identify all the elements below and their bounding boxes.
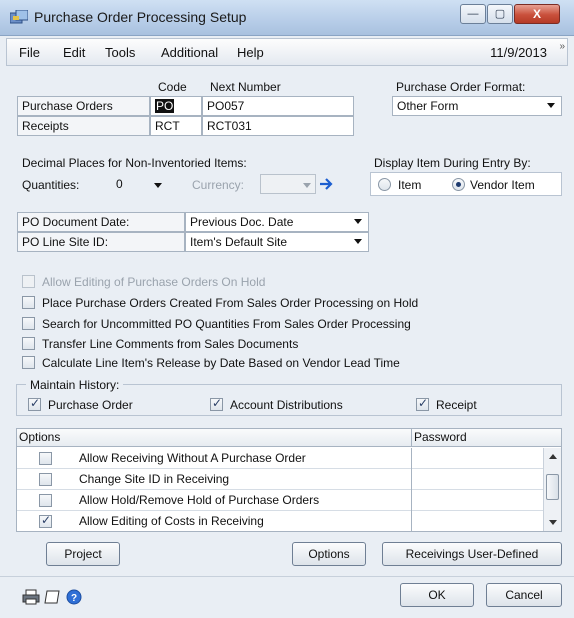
scroll-up-icon[interactable] <box>549 454 557 459</box>
row-label: Allow Editing of Costs in Receiving <box>79 514 264 528</box>
rct-next-number-field[interactable]: RCT031 <box>202 116 354 136</box>
project-button[interactable]: Project <box>46 542 120 566</box>
menu-tools[interactable]: Tools <box>105 45 135 60</box>
quantities-dropdown[interactable]: 0 <box>112 175 172 195</box>
checkbox-allow-edit-on-hold[interactable] <box>22 275 35 288</box>
maintain-history-label: Maintain History: <box>26 378 124 392</box>
table-row[interactable]: Allow Hold/Remove Hold of Purchase Order… <box>17 490 543 511</box>
scroll-thumb[interactable] <box>546 474 559 500</box>
title-bar[interactable]: Purchase Order Processing Setup — ▢ X <box>0 0 574 36</box>
po-code-field[interactable]: PO <box>150 96 202 116</box>
table-row[interactable]: Allow Editing of Costs in Receiving <box>17 511 543 532</box>
label-place-on-hold: Place Purchase Orders Created From Sales… <box>42 296 419 310</box>
grid-header-options[interactable]: Options <box>17 429 411 447</box>
minimize-button[interactable]: — <box>460 4 486 24</box>
radio-vendor-item-label: Vendor Item <box>470 178 535 192</box>
label-history-distributions: Account Distributions <box>230 398 343 412</box>
next-number-header: Next Number <box>210 80 281 94</box>
printer-icon[interactable] <box>22 589 40 605</box>
table-row[interactable]: Change Site ID in Receiving <box>17 469 543 490</box>
arrow-right-icon[interactable] <box>318 176 334 192</box>
note-icon[interactable] <box>44 589 62 605</box>
chevron-down-icon <box>154 183 162 188</box>
po-next-number-field[interactable]: PO057 <box>202 96 354 116</box>
chevron-more-icon[interactable]: » <box>559 41 565 52</box>
code-header: Code <box>158 80 187 94</box>
purchase-orders-label: Purchase Orders <box>17 96 150 116</box>
checkbox-place-on-hold[interactable] <box>22 296 35 309</box>
row-label: Change Site ID in Receiving <box>79 472 230 486</box>
chevron-down-icon <box>354 219 362 224</box>
label-history-receipt: Receipt <box>436 398 477 412</box>
label-allow-edit-on-hold: Allow Editing of Purchase Orders On Hold <box>42 275 266 289</box>
maximize-icon: ▢ <box>494 8 506 20</box>
po-code-value: PO <box>155 99 175 113</box>
po-line-site-dropdown[interactable]: Item's Default Site <box>185 232 369 252</box>
menu-file[interactable]: File <box>19 45 40 60</box>
grid-header-password[interactable]: Password <box>411 429 561 447</box>
minimize-icon: — <box>467 8 479 20</box>
svg-text:?: ? <box>71 593 77 604</box>
row-checkbox[interactable] <box>39 494 52 507</box>
ok-button[interactable]: OK <box>400 583 474 607</box>
row-label: Allow Receiving Without A Purchase Order <box>79 451 306 465</box>
quantities-value: 0 <box>116 177 123 191</box>
bottom-bar: ? OK Cancel <box>0 576 574 618</box>
checkbox-history-distributions[interactable] <box>210 396 223 411</box>
menu-edit[interactable]: Edit <box>63 45 85 60</box>
options-button[interactable]: Options <box>292 542 366 566</box>
po-doc-date-label: PO Document Date: <box>17 212 185 232</box>
options-grid: Options Password Allow Receiving Without… <box>16 428 562 532</box>
radio-item-label: Item <box>398 178 422 192</box>
checkbox-history-receipt[interactable] <box>416 396 429 411</box>
row-checkbox[interactable] <box>39 452 52 465</box>
checkbox-history-po[interactable] <box>28 396 41 411</box>
row-checkbox[interactable] <box>39 473 52 486</box>
quantities-label: Quantities: <box>22 178 80 192</box>
checkbox-search-uncommitted[interactable] <box>22 317 35 330</box>
chevron-down-icon <box>303 183 311 188</box>
close-icon: X <box>532 7 541 21</box>
po-line-site-value: Item's Default Site <box>190 235 287 249</box>
label-search-uncommitted: Search for Uncommitted PO Quantities Fro… <box>42 317 411 331</box>
user-date[interactable]: 11/9/2013 <box>490 45 547 60</box>
display-item-label: Display Item During Entry By: <box>374 156 531 170</box>
receipts-label: Receipts <box>17 116 150 136</box>
scroll-down-icon[interactable] <box>549 520 557 525</box>
menu-additional[interactable]: Additional <box>161 45 218 60</box>
po-format-label: Purchase Order Format: <box>396 80 526 94</box>
po-line-site-label: PO Line Site ID: <box>17 232 185 252</box>
label-calc-release-date: Calculate Line Item's Release by Date Ba… <box>42 356 400 370</box>
cancel-button[interactable]: Cancel <box>486 583 562 607</box>
radio-vendor-item[interactable] <box>452 178 465 191</box>
app-icon <box>10 10 28 24</box>
window-title: Purchase Order Processing Setup <box>34 9 247 25</box>
table-row[interactable]: Allow Receiving Without A Purchase Order <box>17 448 543 469</box>
grid-scrollbar[interactable] <box>543 448 561 531</box>
po-doc-date-value: Previous Doc. Date <box>190 215 294 229</box>
menu-bar: File Edit Tools Additional Help 11/9/201… <box>6 38 568 66</box>
help-icon[interactable]: ? <box>66 589 82 605</box>
checkbox-calc-release-date[interactable] <box>22 356 35 369</box>
column-divider <box>411 448 412 531</box>
row-checkbox[interactable] <box>39 513 52 528</box>
po-format-value: Other Form <box>397 99 459 113</box>
chevron-down-icon <box>547 103 555 108</box>
label-history-po: Purchase Order <box>48 398 133 412</box>
receivings-user-defined-button[interactable]: Receivings User-Defined <box>382 542 562 566</box>
maximize-button[interactable]: ▢ <box>487 4 513 24</box>
row-label: Allow Hold/Remove Hold of Purchase Order… <box>79 493 320 507</box>
po-doc-date-dropdown[interactable]: Previous Doc. Date <box>185 212 369 232</box>
currency-dropdown[interactable] <box>260 174 316 194</box>
chevron-down-icon <box>354 239 362 244</box>
po-format-dropdown[interactable]: Other Form <box>392 96 562 116</box>
decimal-places-label: Decimal Places for Non-Inventoried Items… <box>22 156 247 170</box>
menu-help[interactable]: Help <box>237 45 264 60</box>
rct-code-field[interactable]: RCT <box>150 116 202 136</box>
currency-label: Currency: <box>192 178 245 192</box>
label-transfer-comments: Transfer Line Comments from Sales Docume… <box>42 337 299 351</box>
radio-item[interactable] <box>378 178 391 191</box>
close-button[interactable]: X <box>514 4 560 24</box>
checkbox-transfer-comments[interactable] <box>22 337 35 350</box>
